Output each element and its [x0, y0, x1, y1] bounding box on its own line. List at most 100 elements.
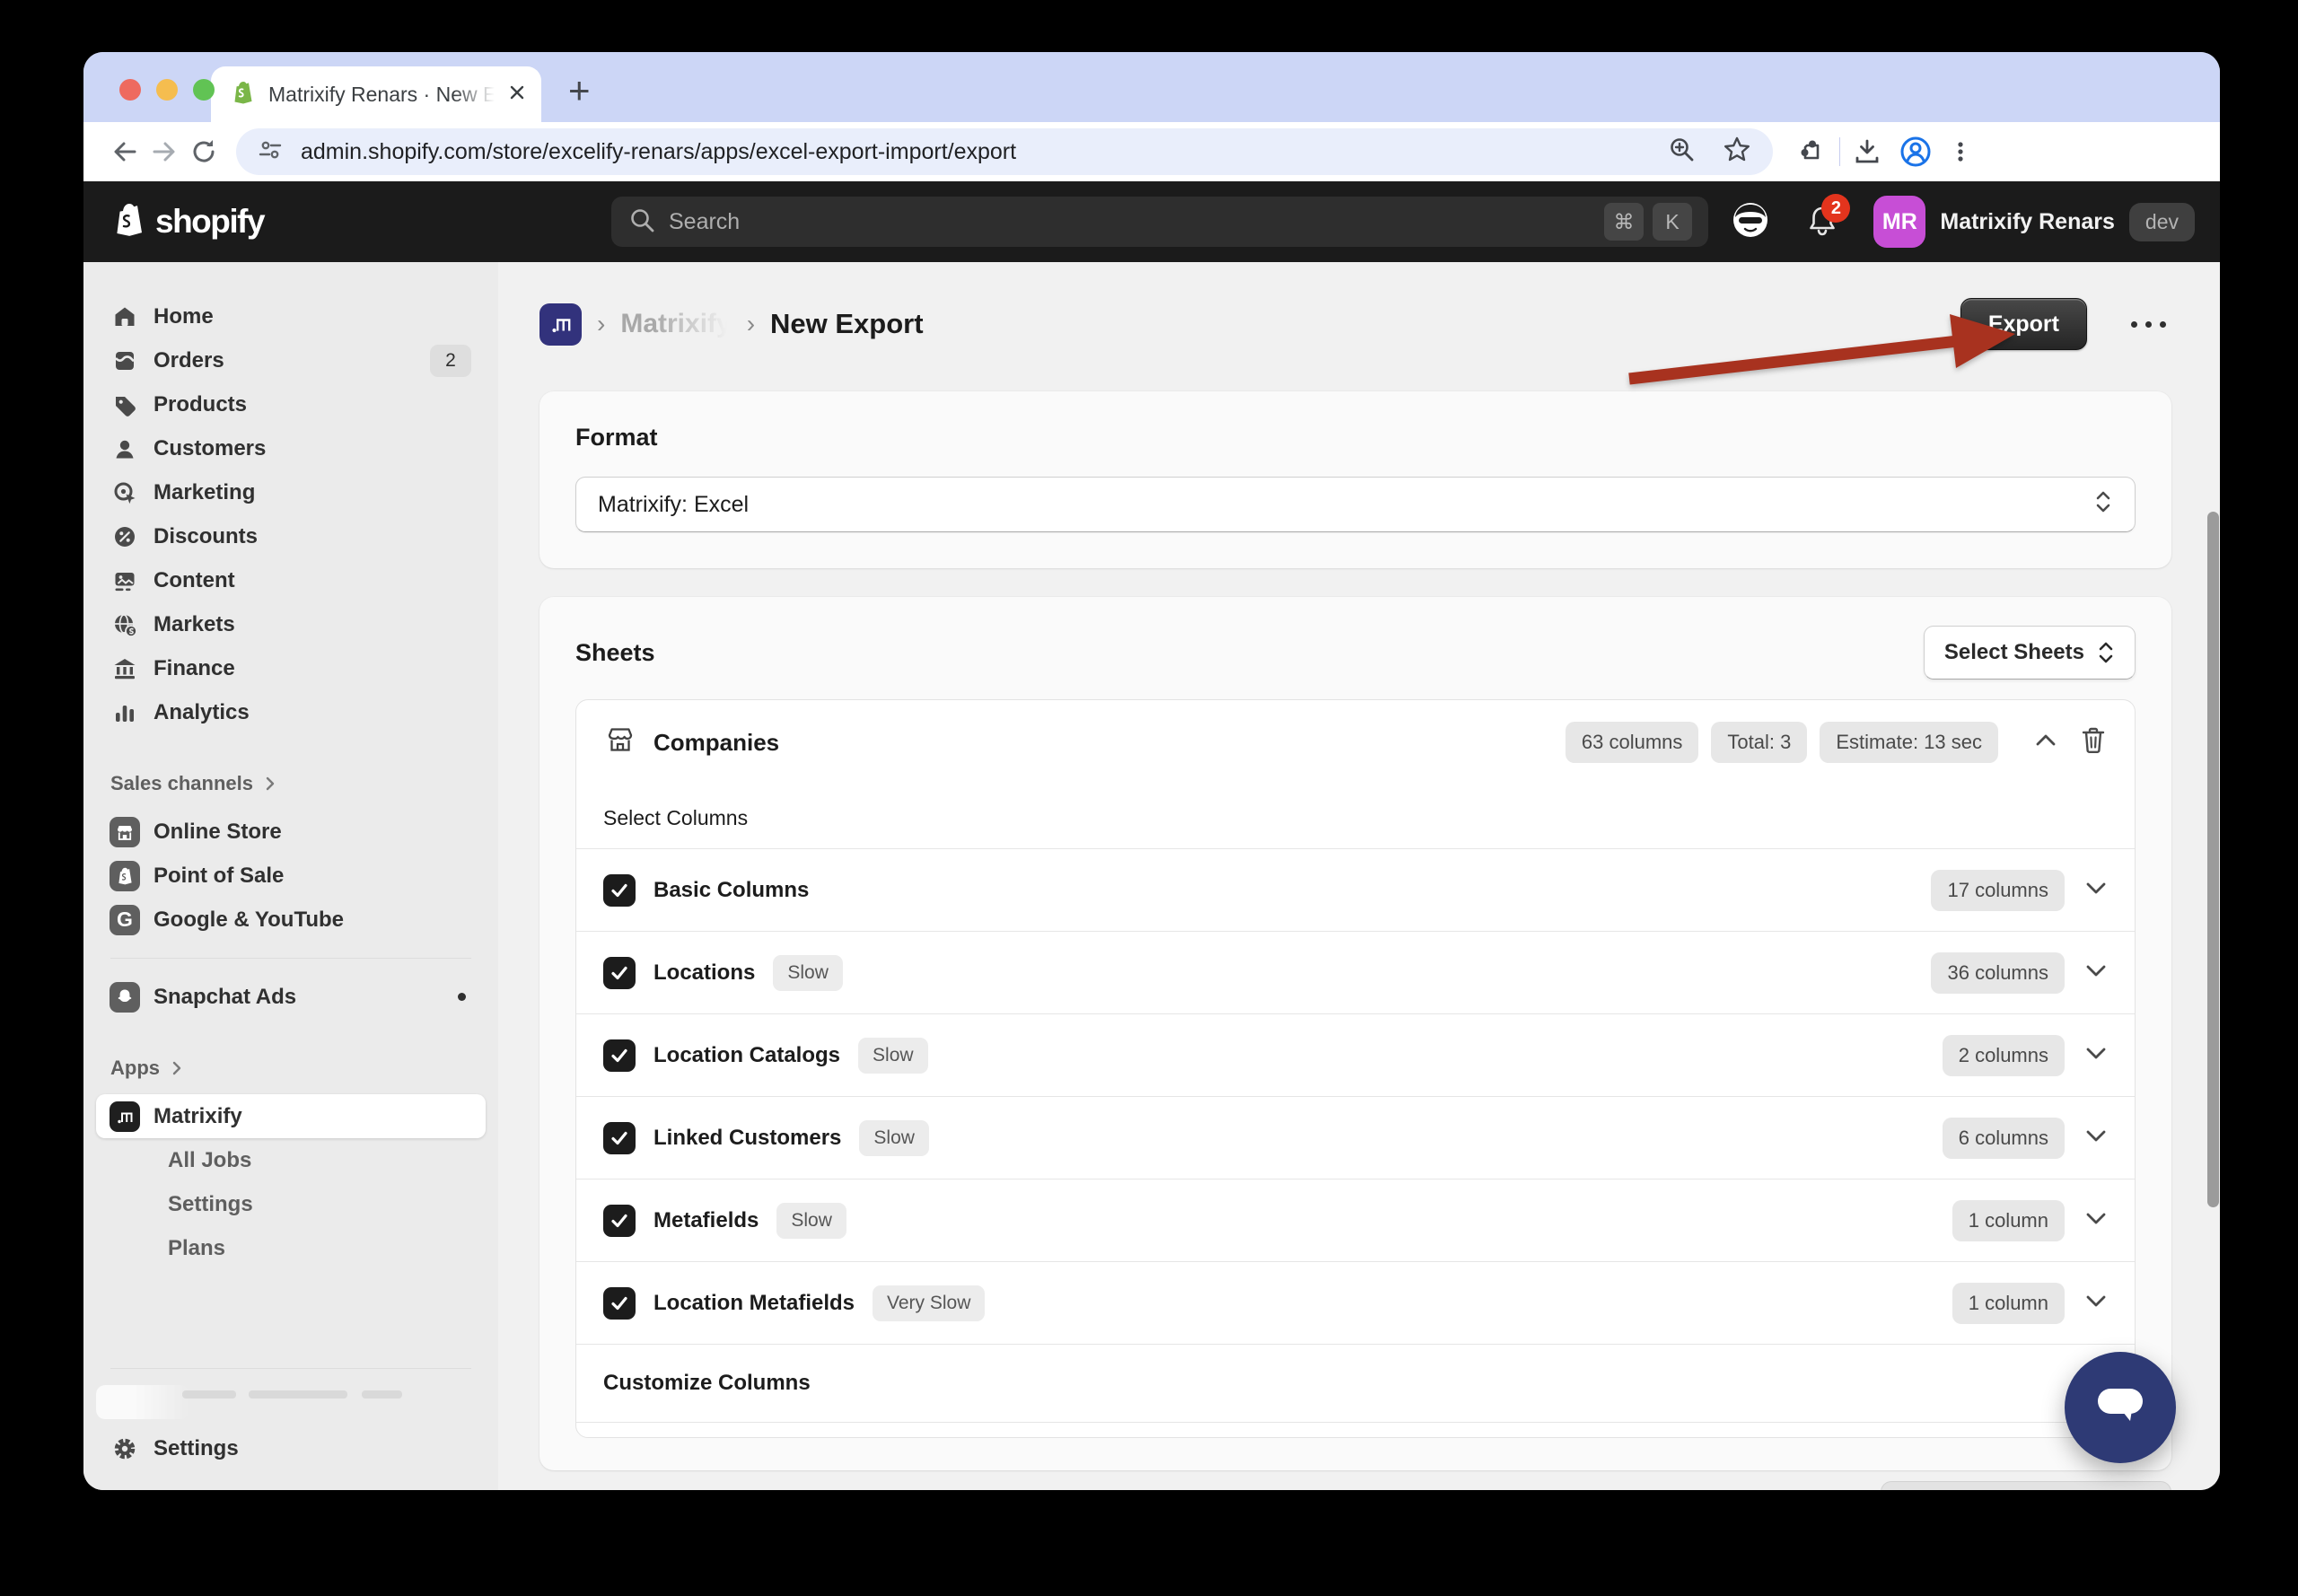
- sidebar-item-analytics[interactable]: Analytics: [96, 690, 486, 734]
- chat-bubble-icon: [2091, 1380, 2150, 1435]
- sidebar-item-app-settings[interactable]: Settings: [96, 1182, 486, 1226]
- column-group-row-location-catalogs[interactable]: Location Catalogs Slow 2 columns: [576, 1014, 2135, 1096]
- column-group-row-metafields[interactable]: Metafields Slow 1 column: [576, 1179, 2135, 1261]
- extensions-icon[interactable]: [1793, 132, 1832, 171]
- sidebar-item-customers[interactable]: Customers: [96, 426, 486, 470]
- globe-icon: [110, 612, 139, 637]
- checkbox-checked[interactable]: [603, 957, 636, 989]
- expand-chevron-down-icon[interactable]: [2084, 1127, 2108, 1148]
- search-shortcut: ⌘ K: [1604, 203, 1692, 241]
- forward-icon[interactable]: [145, 132, 184, 171]
- sidebar-item-finance[interactable]: Finance: [96, 646, 486, 690]
- column-group-row-locations[interactable]: Locations Slow 36 columns: [576, 932, 2135, 1013]
- matrixify-app-icon[interactable]: [539, 303, 582, 346]
- sidebar-item-settings[interactable]: Settings: [96, 1426, 486, 1470]
- group-columns-pill: 36 columns: [1931, 952, 2065, 994]
- point-of-sale-icon: [110, 861, 139, 891]
- expand-chevron-down-icon[interactable]: [2084, 1293, 2108, 1313]
- new-tab-button[interactable]: +: [568, 72, 591, 110]
- column-group-row-linked-customers[interactable]: Linked Customers Slow 6 columns: [576, 1097, 2135, 1179]
- breadcrumb-app[interactable]: Matrixify: [620, 309, 731, 339]
- user-name: Matrixify Renars: [1940, 209, 2115, 235]
- sidebar-item-plans[interactable]: Plans: [96, 1226, 486, 1270]
- search-placeholder: Search: [669, 209, 740, 235]
- delete-sheet-trash-icon[interactable]: [2079, 725, 2108, 760]
- sidebar-item-matrixify[interactable]: Matrixify: [96, 1094, 486, 1138]
- columns-count-pill: 63 columns: [1566, 722, 1699, 763]
- format-card: Format Matrixify: Excel: [539, 391, 2171, 568]
- sidebar-item-content[interactable]: Content: [96, 558, 486, 602]
- companies-sheet-card: Companies 63 columns Total: 3 Estimate: …: [575, 699, 2136, 1438]
- k-key: K: [1653, 203, 1692, 241]
- store-avatar-icon[interactable]: [1730, 199, 1771, 245]
- checkbox-checked[interactable]: [603, 874, 636, 907]
- apps-header[interactable]: Apps: [96, 1049, 486, 1087]
- image-icon: [110, 568, 139, 593]
- admin-top-bar: shopify Search ⌘ K 2 MR Matrixify Renars: [83, 181, 2220, 262]
- sales-channels-header[interactable]: Sales channels: [96, 765, 486, 802]
- sidebar-item-marketing[interactable]: Marketing: [96, 470, 486, 514]
- sidebar-item-all-jobs[interactable]: All Jobs: [96, 1138, 486, 1182]
- column-group-row-location-metafields[interactable]: Location Metafields Very Slow 1 column: [576, 1262, 2135, 1344]
- admin-search-input[interactable]: Search ⌘ K: [611, 197, 1708, 247]
- cmd-key: ⌘: [1604, 203, 1644, 241]
- reload-icon[interactable]: [184, 132, 224, 171]
- close-window-button[interactable]: [119, 79, 141, 101]
- select-columns-label: Select Columns: [576, 785, 2135, 848]
- url-bar[interactable]: admin.shopify.com/store/excelify-renars/…: [236, 128, 1773, 175]
- tab-close-icon[interactable]: [507, 83, 527, 107]
- online-store-icon: [110, 817, 139, 847]
- browser-menu-icon[interactable]: [1941, 132, 1980, 171]
- group-columns-pill: 6 columns: [1943, 1118, 2065, 1159]
- sheets-card: Sheets Select Sheets Companies 63 column…: [539, 597, 2171, 1470]
- sidebar-item-home[interactable]: Home: [96, 294, 486, 338]
- sidebar-item-products[interactable]: Products: [96, 382, 486, 426]
- sidebar-item-point-of-sale[interactable]: Point of Sale: [96, 854, 486, 898]
- downloads-icon[interactable]: [1847, 132, 1887, 171]
- page-scrollbar[interactable]: [2207, 512, 2219, 1207]
- collapse-chevron-up-icon[interactable]: [2034, 732, 2057, 753]
- zoom-page-icon[interactable]: [1667, 135, 1697, 170]
- expand-chevron-down-icon[interactable]: [2084, 880, 2108, 900]
- person-icon: [110, 436, 139, 461]
- group-columns-pill: 1 column: [1952, 1283, 2065, 1324]
- expand-chevron-down-icon[interactable]: [2084, 1045, 2108, 1065]
- customize-columns-row[interactable]: Customize Columns: [576, 1344, 2135, 1423]
- clipped-app-item[interactable]: [96, 1385, 486, 1419]
- back-icon[interactable]: [105, 132, 145, 171]
- site-settings-icon[interactable]: [256, 136, 285, 169]
- checkbox-checked[interactable]: [603, 1039, 636, 1072]
- url-text[interactable]: admin.shopify.com/store/excelify-renars/…: [301, 139, 1016, 165]
- browser-tab[interactable]: Matrixify Renars · New Export: [211, 66, 541, 122]
- shopify-logo[interactable]: shopify: [109, 200, 264, 243]
- sidebar-item-markets[interactable]: Markets: [96, 602, 486, 646]
- expand-chevron-down-icon[interactable]: [2084, 1210, 2108, 1231]
- user-menu[interactable]: MR Matrixify Renars dev: [1873, 196, 2195, 248]
- minimize-window-button[interactable]: [156, 79, 178, 101]
- zoom-window-button[interactable]: [193, 79, 215, 101]
- column-group-row-basic-columns[interactable]: Basic Columns 17 columns: [576, 849, 2135, 931]
- sidebar-item-orders[interactable]: Orders 2: [96, 338, 486, 382]
- checkbox-checked[interactable]: [603, 1122, 636, 1154]
- more-actions-icon[interactable]: [2131, 321, 2166, 328]
- notifications-button[interactable]: 2: [1802, 201, 1843, 242]
- orders-count-badge: 2: [430, 345, 471, 377]
- expand-chevron-down-icon[interactable]: [2084, 962, 2108, 983]
- sidebar-item-snapchat-ads[interactable]: Snapchat Ads: [96, 975, 486, 1019]
- chevron-right-icon: [264, 776, 276, 792]
- export-button[interactable]: Export: [1960, 298, 2087, 350]
- sidebar-item-google-youtube[interactable]: G Google & YouTube: [96, 898, 486, 942]
- select-caret-icon: [2093, 488, 2113, 522]
- select-sheets-button[interactable]: Select Sheets: [1924, 626, 2136, 680]
- select-caret-icon: [2097, 640, 2115, 665]
- checkbox-checked[interactable]: [603, 1287, 636, 1320]
- profile-icon[interactable]: [1896, 132, 1935, 171]
- bookmark-star-icon[interactable]: [1721, 134, 1753, 171]
- window-controls[interactable]: [119, 79, 215, 101]
- format-select[interactable]: Matrixify: Excel: [575, 477, 2136, 532]
- sidebar-item-online-store[interactable]: Online Store: [96, 810, 486, 854]
- checkbox-checked[interactable]: [603, 1205, 636, 1237]
- estimate-pill: Estimate: 13 sec: [1820, 722, 1998, 763]
- support-chat-button[interactable]: [2065, 1352, 2176, 1463]
- sidebar-item-discounts[interactable]: Discounts: [96, 514, 486, 558]
